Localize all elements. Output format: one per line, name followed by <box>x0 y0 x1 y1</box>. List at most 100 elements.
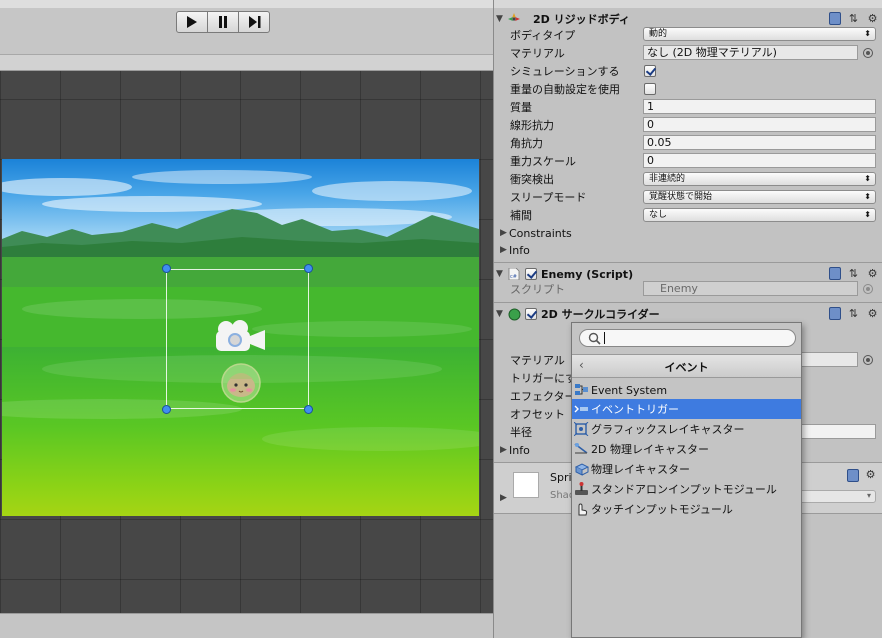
popup-item-physics2d-raycaster[interactable]: 2D 物理レイキャスター <box>572 439 801 459</box>
popup-category-title: イベント <box>664 361 709 374</box>
rigidbody2d-icon <box>508 13 520 21</box>
object-picker-icon[interactable] <box>863 48 873 58</box>
popup-item-standalone-input[interactable]: スタンドアロンインプットモジュール <box>572 479 801 499</box>
interpolate-dropdown[interactable]: なし ⬍ <box>643 208 876 222</box>
rect-handle-bottom-left[interactable] <box>162 405 171 414</box>
expand-triangle-icon[interactable]: ▶ <box>498 493 509 503</box>
graphic-raycaster-icon <box>574 422 589 436</box>
popup-item-touch-input[interactable]: タッチインプットモジュール <box>572 499 801 519</box>
physics-raycaster-icon <box>574 463 589 476</box>
popup-item-label: Event System <box>591 383 668 397</box>
constraints-foldout[interactable]: ▶ Constraints <box>498 225 572 241</box>
popup-category-header: ‹ イベント <box>572 354 801 378</box>
object-picker-icon[interactable] <box>863 355 873 365</box>
enemy-script-title: Enemy (Script) <box>541 267 634 281</box>
touch-input-icon <box>578 503 588 516</box>
expand-triangle-icon: ▶ <box>500 228 507 238</box>
angular-drag-input[interactable]: 0.05 <box>643 135 876 150</box>
script-label: スクリプト <box>510 283 565 296</box>
popup-item-physics-raycaster[interactable]: 物理レイキャスター <box>572 459 801 479</box>
rect-handle-top-left[interactable] <box>162 264 171 273</box>
rigidbody2d-title: 2D リジッドボディ <box>533 13 630 26</box>
gravity-scale-value: 0 <box>647 154 654 167</box>
component-separator <box>494 262 882 263</box>
gear-icon[interactable]: ⚙ <box>866 307 879 320</box>
camera-gizmo-icon[interactable] <box>213 319 267 355</box>
step-icon <box>248 16 260 28</box>
presets-icon[interactable]: ⇅ <box>847 307 860 320</box>
component-search-input[interactable] <box>604 331 789 345</box>
angular-drag-label: 角抗力 <box>510 137 543 150</box>
expand-triangle-icon: ▶ <box>500 445 507 455</box>
constraints-label: Constraints <box>509 226 572 240</box>
circle-collider-title: 2D サークルコライダー <box>541 308 660 321</box>
auto-mass-checkbox[interactable] <box>644 83 656 95</box>
popup-item-event-trigger[interactable]: イベントトリガー <box>572 399 801 419</box>
shader-dropdown[interactable]: ▾ <box>794 490 876 503</box>
step-button[interactable] <box>238 11 270 33</box>
simulated-label: シミュレーションする <box>510 65 620 78</box>
simulated-checkbox[interactable] <box>644 65 656 77</box>
collapse-triangle-icon[interactable]: ▼ <box>494 309 505 319</box>
help-book-icon[interactable] <box>829 267 841 280</box>
enemy-sprite-icon[interactable] <box>217 361 267 405</box>
search-icon <box>588 332 601 345</box>
dropdown-arrow-icon: ⬍ <box>864 29 871 38</box>
collision-detection-dropdown[interactable]: 非連続的 ⬍ <box>643 172 876 186</box>
collision-detection-value: 非連続的 <box>649 174 686 184</box>
dropdown-arrow-icon: ⬍ <box>864 192 871 201</box>
circle-collider-header-icons: ⇅ ⚙ <box>829 307 879 320</box>
linear-drag-value: 0 <box>647 118 654 131</box>
scene-view-header <box>0 54 493 71</box>
dropdown-arrow-icon: ⬍ <box>864 174 871 183</box>
circle-collider-enabled-checkbox[interactable] <box>525 308 537 320</box>
popup-item-graphic-raycaster[interactable]: グラフィックスレイキャスター <box>572 419 801 439</box>
gravity-scale-input[interactable]: 0 <box>643 153 876 168</box>
sprite-material-preview[interactable] <box>513 472 539 498</box>
collapse-triangle-icon[interactable]: ▼ <box>494 269 505 279</box>
pause-icon <box>219 16 227 28</box>
help-book-icon[interactable] <box>847 469 859 482</box>
physics2d-raycaster-icon <box>574 443 588 454</box>
popup-item-event-system[interactable]: Event System <box>572 380 801 400</box>
presets-icon[interactable]: ⇅ <box>847 267 860 280</box>
circle-collider2d-header[interactable]: ▼ 2D サークルコライダー ⇅ ⚙ <box>494 304 882 324</box>
rect-handle-bottom-right[interactable] <box>304 405 313 414</box>
body-type-dropdown[interactable]: 動的 ⬍ <box>643 27 876 41</box>
help-book-icon[interactable] <box>829 307 841 320</box>
gear-icon[interactable]: ⚙ <box>866 267 879 280</box>
inspector-top-strip <box>494 0 882 8</box>
mass-input[interactable]: 1 <box>643 99 876 114</box>
scene-canvas[interactable] <box>0 71 493 613</box>
material-field[interactable]: なし (2D 物理マテリアル) <box>643 45 858 60</box>
rigidbody-info-foldout[interactable]: ▶ Info <box>498 242 530 258</box>
material-row: マテリアル なし (2D 物理マテリアル) <box>510 44 880 62</box>
enemy-script-enabled-checkbox[interactable] <box>525 268 537 280</box>
help-book-icon[interactable] <box>829 12 841 25</box>
auto-mass-label: 重量の自動設定を使用 <box>510 83 620 96</box>
sleep-mode-value: 覚醒状態で開始 <box>649 192 713 202</box>
dropdown-arrow-icon: ⬍ <box>864 210 871 219</box>
gear-icon[interactable]: ⚙ <box>864 468 877 481</box>
collider-info-foldout[interactable]: ▶ Info <box>498 442 530 458</box>
pause-button[interactable] <box>207 11 239 33</box>
sleep-mode-label: スリープモード <box>510 191 587 204</box>
interpolate-label: 補間 <box>510 209 532 222</box>
rect-handle-top-right[interactable] <box>304 264 313 273</box>
interpolate-value: なし <box>649 210 668 220</box>
gear-icon[interactable]: ⚙ <box>866 12 879 25</box>
component-search-box[interactable] <box>579 329 796 347</box>
linear-drag-input[interactable]: 0 <box>643 117 876 132</box>
collapse-triangle-icon[interactable]: ▼ <box>494 14 505 24</box>
play-button[interactable] <box>176 11 208 33</box>
event-system-icon <box>575 384 588 395</box>
presets-icon[interactable]: ⇅ <box>847 12 860 25</box>
scene-bottom-strip <box>0 613 493 638</box>
auto-mass-row: 重量の自動設定を使用 <box>510 80 880 98</box>
material-label: マテリアル <box>510 47 565 60</box>
sleep-mode-dropdown[interactable]: 覚醒状態で開始 ⬍ <box>643 190 876 204</box>
body-type-row: ボディタイプ 動的 ⬍ <box>510 26 880 44</box>
unity-editor-window: ▼ 2D リジッドボディ ⇅ ⚙ ボディタイプ 動的 ⬍ マテリアル なし (2D… <box>0 0 882 638</box>
body-type-label: ボディタイプ <box>510 29 576 42</box>
add-component-popup: ‹ イベント Event System イベントトリガー グラフィックスレイキャ… <box>571 322 802 638</box>
